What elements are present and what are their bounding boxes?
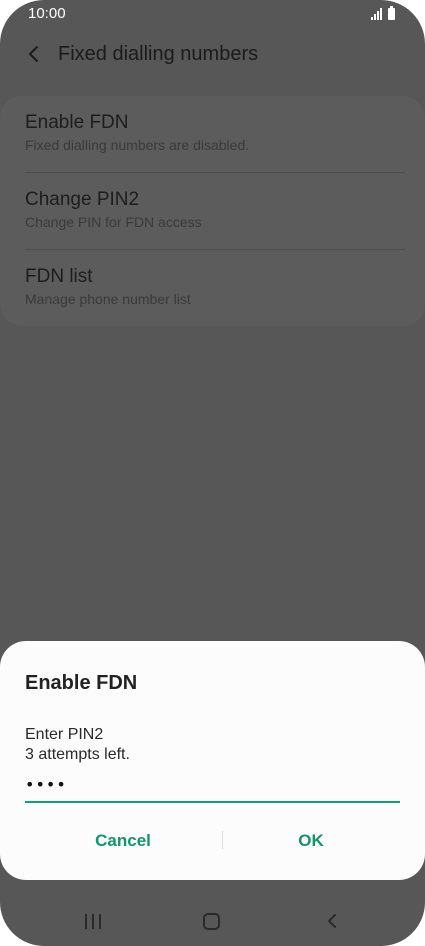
ok-button[interactable]: OK [211,823,411,859]
back-icon[interactable] [322,911,342,931]
status-bar: 10:00 [0,0,425,28]
setting-subtitle: Manage phone number list [25,291,191,307]
setting-change-pin2[interactable]: Change PIN2 Change PIN for FDN access [25,189,405,230]
setting-title: Enable FDN [25,112,129,133]
dialog-title: Enable FDN [25,672,138,694]
battery-icon [388,6,395,20]
page-title: Fixed dialling numbers [58,43,259,65]
setting-title: Change PIN2 [25,189,140,210]
back-button[interactable] [20,40,48,68]
navigation-bar [0,898,425,946]
settings-card: Enable FDN Fixed dialling numbers are di… [0,96,425,326]
status-time: 10:00 [28,5,66,22]
chevron-left-icon [29,46,38,62]
pin-prompt-label: Enter PIN2 [25,726,104,743]
setting-subtitle: Fixed dialling numbers are disabled. [25,137,250,153]
dialog-buttons: Cancel OK [0,823,425,859]
setting-subtitle: Change PIN for FDN access [25,214,202,230]
app-header: Fixed dialling numbers [0,30,425,80]
divider [25,172,405,173]
attempts-left-label: 3 attempts left. [25,746,130,763]
setting-title: FDN list [25,266,93,287]
setting-enable-fdn[interactable]: Enable FDN Fixed dialling numbers are di… [25,112,405,153]
phone-screen: 10:00 Fixed dialling numbers Enable FDN … [0,0,425,946]
status-icons [371,6,395,20]
signal-icon [371,8,382,20]
enable-fdn-dialog: Enable FDN Enter PIN2 3 attempts left. C… [0,641,425,880]
cancel-button[interactable]: Cancel [23,823,223,859]
home-icon[interactable] [203,913,220,930]
dialog-prompt: Enter PIN2 3 attempts left. [25,725,130,765]
divider [25,249,405,250]
pin2-input[interactable] [25,767,400,803]
recents-icon[interactable] [85,914,101,929]
setting-fdn-list[interactable]: FDN list Manage phone number list [25,266,405,307]
